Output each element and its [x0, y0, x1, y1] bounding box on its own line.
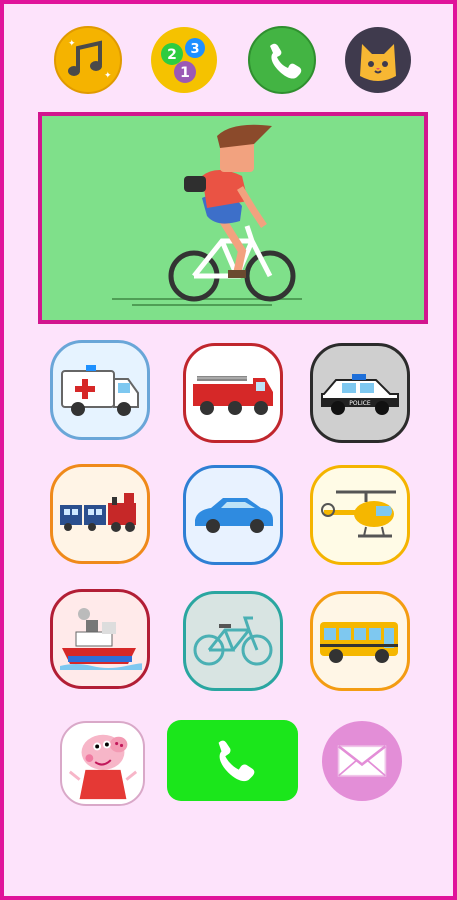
- ambulance-tile[interactable]: [50, 340, 150, 440]
- train-icon: [60, 493, 136, 532]
- ambulance-icon: [61, 365, 139, 416]
- helicopter-tile[interactable]: [310, 465, 410, 565]
- police-car-tile[interactable]: POLICE: [310, 343, 410, 443]
- school-bus-tile[interactable]: [310, 591, 410, 691]
- police-label: POLICE: [349, 400, 371, 407]
- phone-icon: [218, 740, 254, 781]
- numbers-icon: 2 3 1: [151, 27, 217, 93]
- phone-frame: ✦ ✦ 2 3 1 POLICE: [0, 0, 457, 900]
- phone-button[interactable]: [248, 26, 316, 94]
- svg-text:✦: ✦: [68, 39, 76, 49]
- fire-truck-tile[interactable]: [183, 343, 283, 443]
- numbers-button[interactable]: 2 3 1: [150, 26, 218, 94]
- svg-text:✦: ✦: [104, 71, 112, 81]
- digit-two: 2: [167, 47, 177, 63]
- fire-truck-icon: [193, 376, 273, 415]
- mail-button[interactable]: [322, 721, 402, 801]
- boat-icon: [60, 608, 143, 670]
- boy-cycling-animation: [42, 116, 424, 320]
- boat-tile[interactable]: [50, 589, 150, 689]
- peppa-button[interactable]: [60, 721, 145, 806]
- train-tile[interactable]: [50, 464, 150, 564]
- bicycle-icon: [193, 616, 273, 666]
- bicycle-tile[interactable]: [183, 591, 283, 691]
- car-icon: [195, 498, 273, 533]
- video-player[interactable]: [38, 112, 428, 324]
- school-bus-icon: [320, 622, 398, 663]
- helicopter-icon: [321, 490, 396, 538]
- police-car-icon: POLICE: [321, 374, 399, 415]
- envelope-icon: [337, 745, 387, 777]
- digit-three: 3: [190, 42, 199, 57]
- cat-icon: [345, 27, 411, 93]
- peppa-pig-icon: [68, 734, 137, 799]
- music-notes-icon: ✦ ✦: [54, 26, 122, 94]
- car-tile[interactable]: [183, 465, 283, 565]
- phone-icon: [248, 26, 316, 94]
- cat-button[interactable]: [344, 26, 412, 94]
- music-button[interactable]: ✦ ✦: [54, 26, 122, 94]
- digit-one: 1: [180, 65, 190, 81]
- call-button[interactable]: [167, 720, 298, 801]
